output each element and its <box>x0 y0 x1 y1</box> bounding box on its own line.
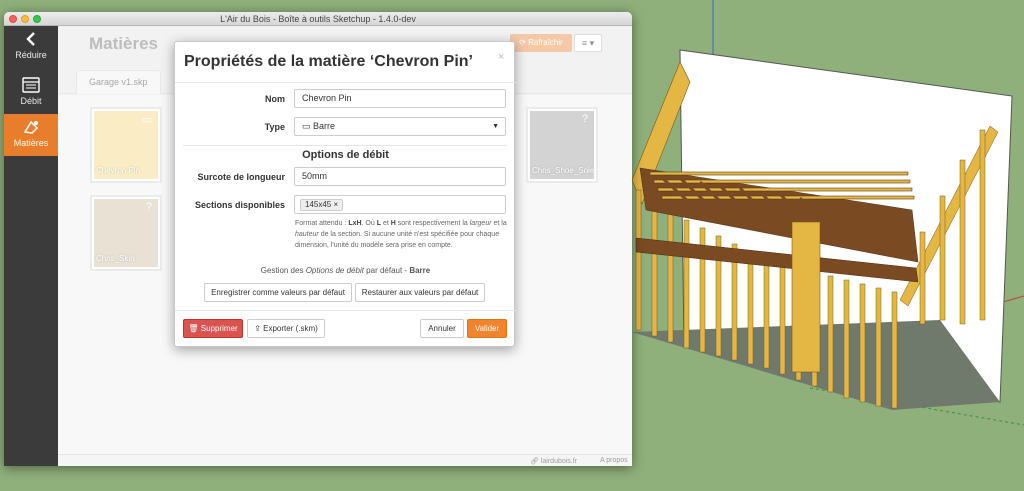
minimize-window-button[interactable] <box>21 15 29 23</box>
export-button[interactable]: ⇪ Exporter (.skm) <box>247 319 325 338</box>
export-label: Exporter (.skm) <box>263 324 318 333</box>
name-field[interactable]: Chevron Pin <box>294 89 506 108</box>
export-icon: ⇪ <box>254 324 264 333</box>
sidebar-item-materials[interactable]: Matières <box>4 114 58 156</box>
length-label: Surcote de longueur <box>197 172 285 182</box>
type-label: Type <box>264 122 285 132</box>
length-field[interactable]: 50mm <box>294 167 506 186</box>
section-tag-label: 145x45 <box>305 200 332 209</box>
sections-label: Sections disponibles <box>194 200 285 210</box>
center-post <box>791 221 821 373</box>
restore-defaults-button[interactable]: Restaurer aux valeurs par défaut <box>355 283 485 302</box>
bar-type-icon: ▭ <box>302 121 314 131</box>
footer-divider <box>175 310 516 311</box>
section-divider <box>183 145 506 146</box>
dialog-title: Propriétés de la matière ‘Chevron Pin’ <box>184 53 473 70</box>
chevron-left-icon <box>26 32 35 46</box>
cancel-button[interactable]: Annuler <box>420 319 464 338</box>
material-properties-dialog: Propriétés de la matière ‘Chevron Pin’ ×… <box>174 41 516 347</box>
delete-label: Supprimer <box>200 324 238 333</box>
window-titlebar: L'Air du Bois - Boîte à outils Sketchup … <box>4 12 632 26</box>
close-window-button[interactable] <box>9 15 17 23</box>
materials-icon <box>23 120 39 134</box>
sections-field[interactable]: 145x45 × <box>294 195 506 214</box>
header-divider <box>175 82 516 83</box>
type-select[interactable]: ▭ Barre ▼ <box>294 117 506 136</box>
sidebar-item-label: Matières <box>13 138 49 148</box>
name-label: Nom <box>265 94 285 104</box>
delete-button[interactable]: 🗑︎ Supprimer <box>183 319 243 338</box>
close-icon[interactable]: × <box>498 51 504 63</box>
sidebar-item-label: Réduire <box>15 50 47 60</box>
sidebar-item-reduce[interactable]: Réduire <box>4 26 58 70</box>
section-tag[interactable]: 145x45 × <box>300 199 344 211</box>
section-title: Options de débit <box>302 149 389 161</box>
save-defaults-button[interactable]: Enregistrer comme valeurs par défaut <box>204 283 352 302</box>
tag-remove-icon[interactable]: × <box>333 200 338 209</box>
defaults-heading: Gestion des Options de débit par défaut … <box>260 266 431 275</box>
validate-button[interactable]: Valider <box>467 319 507 338</box>
zoom-window-button[interactable] <box>33 15 41 23</box>
window-title: L'Air du Bois - Boîte à outils Sketchup … <box>220 14 416 24</box>
type-value: Barre <box>313 121 336 131</box>
format-help-text: Format attendu : LxH. Où L et H sont res… <box>295 220 507 249</box>
caret-down-icon: ▼ <box>492 123 499 130</box>
list-icon <box>22 77 40 93</box>
window-controls <box>9 15 41 23</box>
trash-icon: 🗑︎ <box>188 324 201 333</box>
sidebar-item-debit[interactable]: Débit <box>4 72 58 114</box>
sidebar-item-label: Débit <box>20 96 42 106</box>
sidebar: Réduire Débit Matières <box>4 26 58 466</box>
